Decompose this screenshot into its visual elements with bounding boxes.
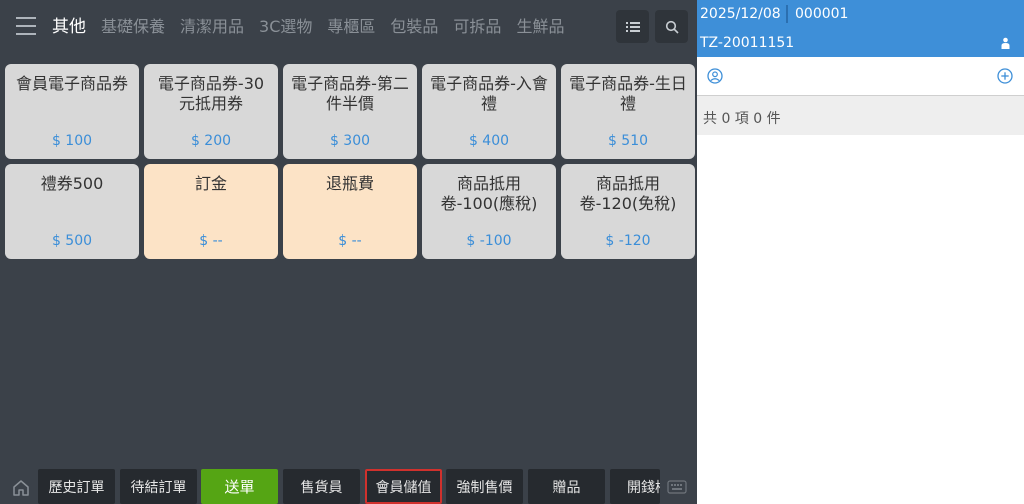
product-tile[interactable]: 訂金 $ -- <box>144 164 278 259</box>
product-price: $ -- <box>338 233 362 249</box>
order-date: 2025/12/08 <box>700 6 781 22</box>
product-name: 訂金 <box>194 174 227 193</box>
product-tile[interactable]: 會員電子商品券 $ 100 <box>5 64 139 159</box>
product-name: 退瓶費 <box>325 174 374 193</box>
product-tile[interactable]: 電子商品券-第二件半價 $ 300 <box>283 64 417 159</box>
product-name: 商品抵用卷-120(免稅) <box>579 174 677 213</box>
action-bar: 歷史訂單 待結訂單 送單 售貨員 會員儲值 強制售價 贈品 開錢櫃 <box>0 468 697 504</box>
product-price: $ 500 <box>51 233 93 249</box>
order-panel: 2025/12/08 000001 TZ-20011151 共 0 項 0 件 <box>697 0 1024 504</box>
history-orders-button[interactable]: 歷史訂單 <box>38 469 115 504</box>
order-id-bar: TZ-20011151 <box>697 28 1024 57</box>
product-grid: 會員電子商品券 $ 100 電子商品券-30元抵用券 $ 200 電子商品券-第二件… <box>5 64 695 259</box>
add-circle-icon[interactable] <box>997 68 1013 84</box>
list-icon <box>625 21 640 32</box>
tab-packaging[interactable]: 包裝品 <box>390 16 438 38</box>
tab-counter[interactable]: 專櫃區 <box>327 16 375 38</box>
product-tile[interactable]: 禮券500 $ 500 <box>5 164 139 259</box>
product-price: $ 200 <box>190 133 232 149</box>
hamburger-menu-icon[interactable] <box>16 17 36 35</box>
home-icon[interactable] <box>11 478 31 498</box>
tab-basic-care[interactable]: 基礎保養 <box>101 16 165 38</box>
header-divider <box>786 5 788 23</box>
product-tile[interactable]: 電子商品券-生日禮 $ 510 <box>561 64 695 159</box>
product-price: $ -- <box>199 233 223 249</box>
open-cash-drawer-button[interactable]: 開錢櫃 <box>610 469 660 504</box>
member-row <box>697 57 1024 96</box>
product-name: 商品抵用卷-100(應稅) <box>440 174 538 213</box>
member-topup-button[interactable]: 會員儲值 <box>365 469 442 504</box>
search-icon <box>665 20 679 34</box>
product-price: $ -100 <box>466 233 512 249</box>
tab-detachable[interactable]: 可拆品 <box>453 16 501 38</box>
product-price: $ 300 <box>329 133 371 149</box>
category-bar: 其他 基礎保養 清潔用品 3C選物 專櫃區 包裝品 可拆品 生鮮品 <box>0 0 697 54</box>
keyboard-icon[interactable] <box>667 480 687 494</box>
tab-other[interactable]: 其他 <box>52 16 86 38</box>
product-name: 電子商品券-入會禮 <box>430 74 548 113</box>
search-button[interactable] <box>655 10 688 43</box>
product-price: $ 510 <box>607 133 649 149</box>
order-number: 000001 <box>795 6 849 22</box>
item-count-text: 共 0 項 0 件 <box>703 111 781 127</box>
product-tile[interactable]: 電子商品券-入會禮 $ 400 <box>422 64 556 159</box>
product-price: $ -120 <box>605 233 651 249</box>
order-summary: 共 0 項 0 件 <box>697 96 1024 135</box>
person-icon[interactable] <box>1001 37 1010 49</box>
product-tile[interactable]: 商品抵用卷-120(免稅) $ -120 <box>561 164 695 259</box>
list-view-button[interactable] <box>616 10 649 43</box>
product-name: 電子商品券-第二件半價 <box>291 74 409 113</box>
force-price-button[interactable]: 強制售價 <box>446 469 523 504</box>
product-tile[interactable]: 電子商品券-30元抵用券 $ 200 <box>144 64 278 159</box>
product-name: 會員電子商品券 <box>15 74 128 93</box>
order-id: TZ-20011151 <box>700 35 795 51</box>
submit-order-button[interactable]: 送單 <box>201 469 278 504</box>
category-tabs: 其他 基礎保養 清潔用品 3C選物 專櫃區 包裝品 可拆品 生鮮品 <box>52 16 579 38</box>
product-tile[interactable]: 退瓶費 $ -- <box>283 164 417 259</box>
tab-cleaning[interactable]: 清潔用品 <box>180 16 244 38</box>
product-name: 電子商品券-30元抵用券 <box>157 74 265 113</box>
tab-fresh[interactable]: 生鮮品 <box>516 16 564 38</box>
product-name: 電子商品券-生日禮 <box>569 74 687 113</box>
product-panel: 其他 基礎保養 清潔用品 3C選物 專櫃區 包裝品 可拆品 生鮮品 會員電子商品… <box>0 0 697 504</box>
product-name: 禮券500 <box>40 174 104 193</box>
product-price: $ 100 <box>51 133 93 149</box>
salesperson-button[interactable]: 售貨員 <box>283 469 360 504</box>
pending-orders-button[interactable]: 待結訂單 <box>120 469 197 504</box>
product-tile[interactable]: 商品抵用卷-100(應稅) $ -100 <box>422 164 556 259</box>
tab-3c[interactable]: 3C選物 <box>259 16 312 38</box>
member-icon[interactable] <box>707 68 723 84</box>
order-header: 2025/12/08 000001 <box>697 0 1024 28</box>
product-price: $ 400 <box>468 133 510 149</box>
gift-button[interactable]: 贈品 <box>528 469 605 504</box>
